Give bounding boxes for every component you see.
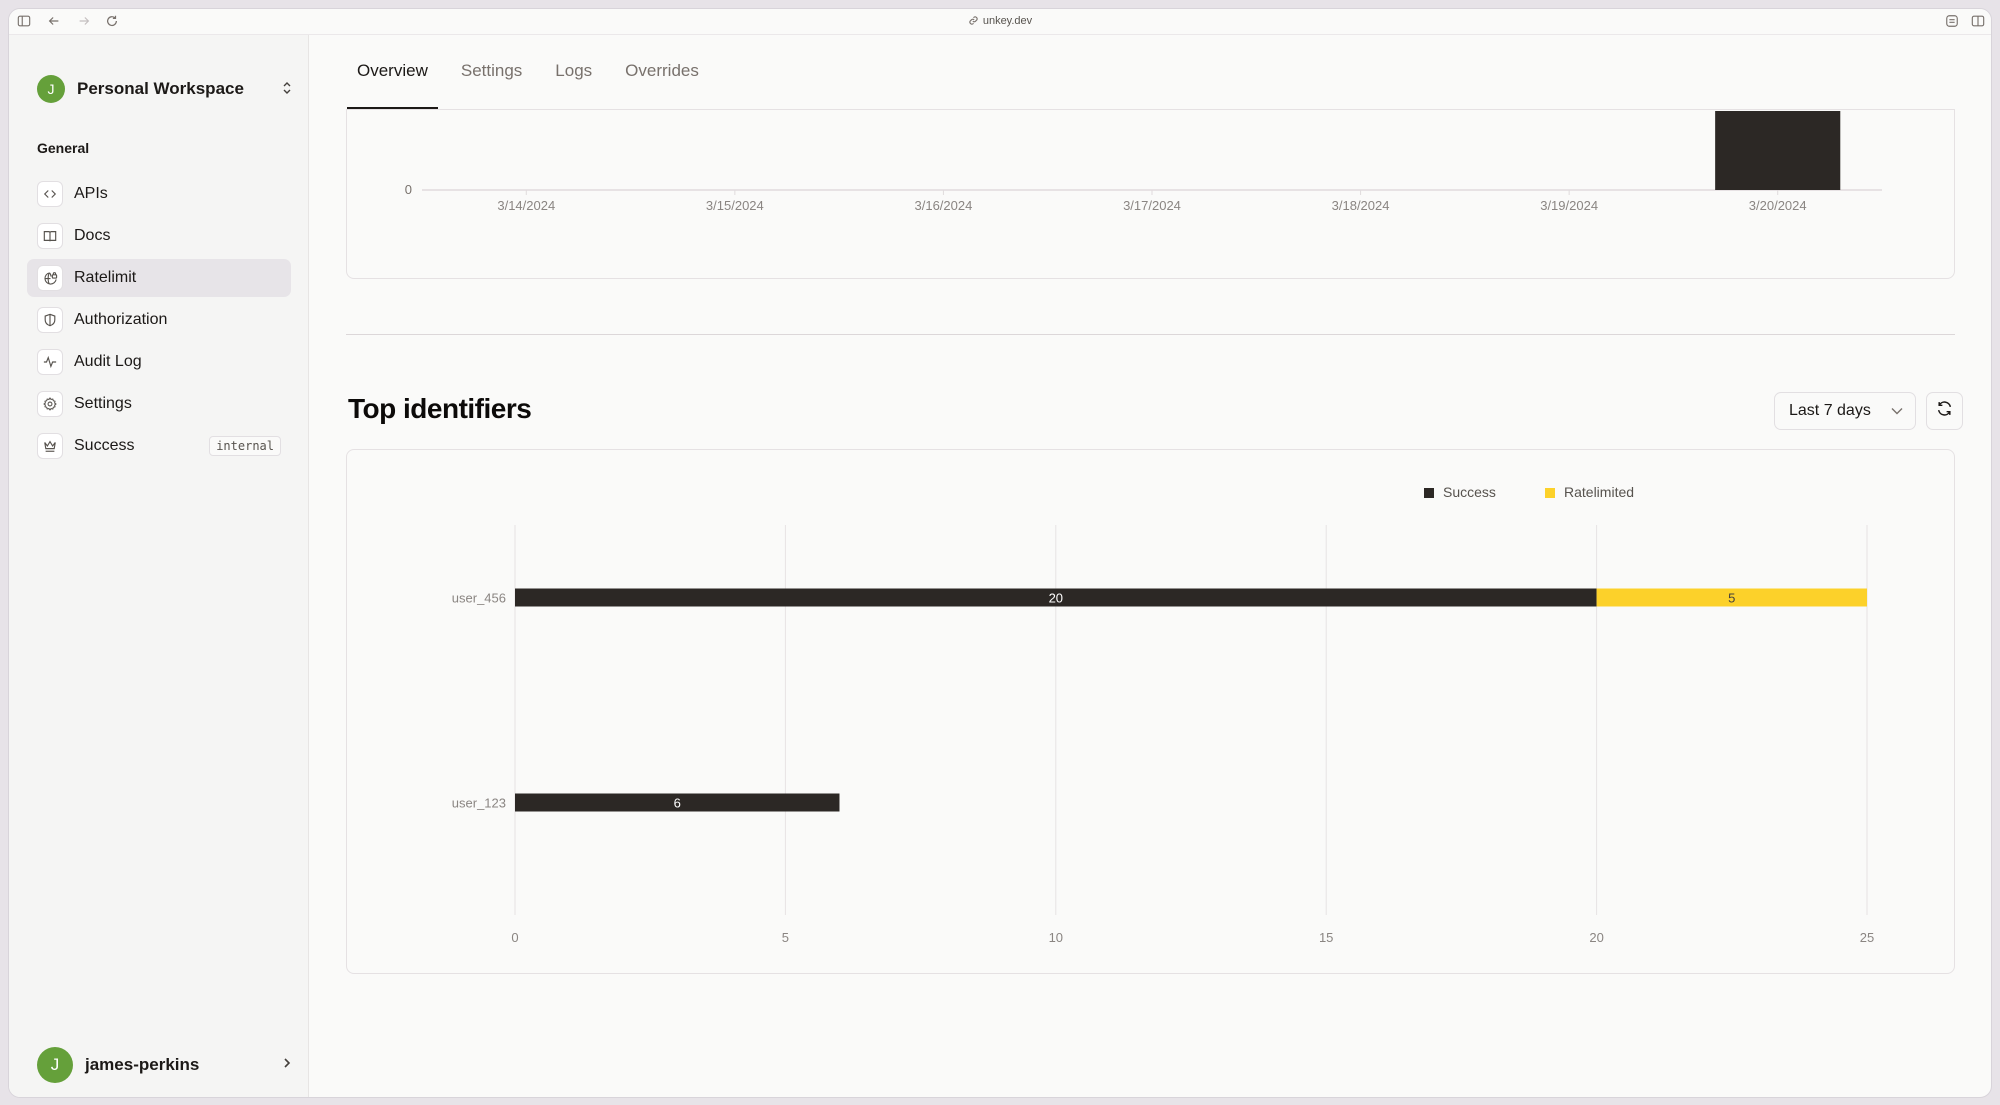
- user-menu[interactable]: J james-perkins: [37, 1047, 292, 1083]
- sidebar-item-docs[interactable]: Docs: [27, 217, 291, 255]
- refresh-button[interactable]: [1926, 392, 1963, 430]
- x-tick-label: 25: [1860, 930, 1874, 945]
- tab-logs[interactable]: Logs: [545, 35, 602, 109]
- activity-icon: [37, 349, 63, 375]
- y-tick-label: user_123: [452, 796, 506, 811]
- code-icon: [37, 181, 63, 207]
- section-divider: [346, 334, 1955, 335]
- sidebar-nav: APIs Docs Ratelimit Authorization Audit …: [27, 175, 291, 469]
- x-tick-label: 3/19/2024: [1540, 198, 1598, 213]
- sidebar-item-label: Docs: [74, 227, 111, 244]
- crown-icon: [37, 433, 63, 459]
- time-range-value: Last 7 days: [1789, 402, 1871, 419]
- sidebar-item-settings[interactable]: Settings: [27, 385, 291, 423]
- globe-lock-icon: [37, 265, 63, 291]
- sidebar-item-authorization[interactable]: Authorization: [27, 301, 291, 339]
- reader-icon[interactable]: [1945, 14, 1961, 30]
- sidebar-item-apis[interactable]: APIs: [27, 175, 291, 213]
- x-tick-label: 3/14/2024: [497, 198, 555, 213]
- sidebar-item-label: APIs: [74, 185, 108, 202]
- top-identifiers-chart: 0 5 10 15 20 25 Success Ratelimited user_456 20 5 u…: [452, 484, 1874, 945]
- workspace-name: Personal Workspace: [77, 79, 244, 98]
- url-text: unkey.dev: [982, 15, 1033, 27]
- bar: [1715, 111, 1841, 190]
- data-label: 20: [1049, 591, 1063, 606]
- legend-swatch: [1424, 488, 1434, 498]
- legend-label: Ratelimited: [1564, 484, 1634, 500]
- x-tick-label: 0: [511, 930, 518, 945]
- browser-window: unkey.dev J Personal Workspace General A…: [8, 8, 1992, 1098]
- chevron-right-icon: [282, 1056, 292, 1074]
- sidebar: J Personal Workspace General APIs Docs R…: [9, 35, 309, 1097]
- address-bar[interactable]: unkey.dev: [9, 15, 1991, 27]
- nav-group-label: General: [37, 140, 90, 156]
- top-identifiers-card: 0 5 10 15 20 25 Success Ratelimited user_456 20 5 u…: [346, 449, 1955, 974]
- x-tick-label: 20: [1589, 930, 1603, 945]
- top-identifiers-title: Top identifiers: [348, 393, 532, 424]
- tab-bar: Overview Settings Logs Overrides: [347, 35, 722, 110]
- sidebar-item-audit-log[interactable]: Audit Log: [27, 343, 291, 381]
- workspace-switcher[interactable]: J Personal Workspace: [37, 75, 292, 103]
- user-avatar: J: [37, 1047, 73, 1083]
- requests-over-time-chart: 0 3/14/2024 3/15/2024 3/16/2024 3/17/2024 3/1…: [405, 111, 1882, 213]
- sidebar-item-ratelimit[interactable]: Ratelimit: [27, 259, 291, 297]
- chevron-down-icon: [1891, 402, 1903, 420]
- sidebar-item-label: Audit Log: [74, 353, 142, 370]
- user-name: james-perkins: [85, 1055, 200, 1074]
- workspace-avatar: J: [37, 75, 65, 103]
- legend-label: Success: [1443, 484, 1496, 500]
- y-tick-label: 0: [405, 182, 412, 197]
- chevron-up-down-icon: [282, 81, 292, 98]
- sidebar-item-label: Success: [74, 437, 135, 454]
- internal-badge: internal: [209, 436, 281, 456]
- x-tick-label: 3/16/2024: [915, 198, 973, 213]
- x-tick-label: 10: [1049, 930, 1063, 945]
- sidebar-item-label: Ratelimit: [74, 269, 137, 286]
- refresh-icon: [1936, 400, 1953, 422]
- sidebar-item-label: Authorization: [74, 311, 168, 328]
- browser-toolbar: unkey.dev: [9, 9, 1991, 35]
- sidebar-item-success[interactable]: Success internal: [27, 427, 291, 465]
- sidebar-item-label: Settings: [74, 395, 132, 412]
- time-range-select[interactable]: Last 7 days: [1774, 392, 1916, 430]
- y-tick-label: user_456: [452, 591, 506, 606]
- tab-overview[interactable]: Overview: [347, 35, 438, 110]
- tab-settings[interactable]: Settings: [451, 35, 532, 109]
- legend-swatch: [1545, 488, 1555, 498]
- gear-icon: [37, 391, 63, 417]
- x-tick-label: 15: [1319, 930, 1333, 945]
- tab-overrides[interactable]: Overrides: [615, 35, 709, 109]
- data-label: 6: [674, 796, 681, 811]
- x-tick-label: 3/15/2024: [706, 198, 764, 213]
- split-view-icon[interactable]: [1971, 14, 1987, 30]
- requests-chart-card: 0 3/14/2024 3/15/2024 3/16/2024 3/17/2024 3/1…: [346, 109, 1955, 279]
- x-tick-label: 3/17/2024: [1123, 198, 1181, 213]
- data-label: 5: [1728, 591, 1735, 606]
- main-content: Overview Settings Logs Overrides 0 3/14/2…: [310, 35, 1991, 1097]
- x-tick-label: 3/18/2024: [1332, 198, 1390, 213]
- x-tick-label: 5: [782, 930, 789, 945]
- link-icon: [969, 16, 978, 25]
- x-tick-label: 3/20/2024: [1749, 198, 1807, 213]
- shield-icon: [37, 307, 63, 333]
- book-icon: [37, 223, 63, 249]
